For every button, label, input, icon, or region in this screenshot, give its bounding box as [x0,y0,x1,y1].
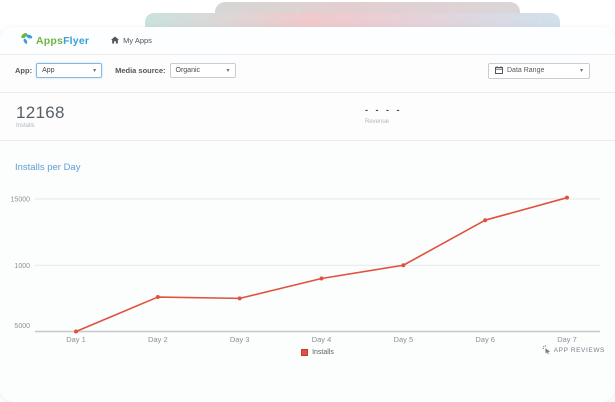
chevron-down-icon: ▾ [579,67,583,74]
data-point[interactable] [401,263,406,268]
legend-swatch-installs [301,348,309,356]
chevron-down-icon: ▾ [93,67,97,74]
installs-value: 12168 [16,103,65,122]
calendar-icon [495,65,503,76]
data-point[interactable] [74,329,78,334]
y-tick-label: 15000 [11,197,31,204]
x-tick-label: Day 1 [66,335,86,344]
nav-item-label: My Apps [123,36,152,45]
data-point[interactable] [155,295,160,300]
app-reviews-label: APP REVIEWS [553,347,605,354]
appsflyer-logo-icon [20,32,34,50]
filter-bar: App: App ▾ Media source: Organic ▾ Data … [0,55,615,93]
cursor-click-icon [542,345,551,356]
appsflyer-dashboard: AppsFlyer My Apps App: App ▾ Media sourc… [0,0,615,402]
revenue-value: - - - - [365,105,402,115]
installs-chart-section: Installs per Day 15000 1000 5000 Day 1 Day 2… [0,141,615,402]
data-point[interactable] [565,195,569,200]
y-tick-label: 1000 [14,263,30,270]
revenue-label: Revenue [365,119,390,125]
dashboard-card: AppsFlyer My Apps App: App ▾ Media sourc… [0,27,615,402]
installs-kpi: 12168 Installs [16,104,65,129]
app-reviews-link[interactable]: APP REVIEWS [542,345,605,356]
data-range-label: Data Range [507,67,545,74]
kpi-stats-row: 12168 Installs - - - - Revenue [0,93,615,141]
installs-label: Installs [16,123,35,129]
media-source-select-value: Organic [175,67,201,74]
x-tick-label: Day 4 [312,335,332,344]
x-tick-label: Day 3 [230,335,250,344]
nav-item-my-apps[interactable]: My Apps [111,35,152,46]
logo-wordmark: AppsFlyer [36,34,90,47]
home-icon [111,35,120,46]
x-tick-label: Day 7 [557,335,577,344]
appsflyer-logo[interactable]: AppsFlyer [20,32,89,50]
x-tick-label: Day 5 [394,335,414,344]
x-tick-label: Day 2 [148,335,168,344]
x-tick-label: Day 6 [475,335,495,344]
installs-line-chart: 15000 1000 5000 Day 1 Day 2 Day 3 Day 4 Day 5 Da… [11,195,600,344]
revenue-kpi: - - - - Revenue [365,105,402,126]
app-select-value: App [42,67,55,74]
line-series-installs[interactable] [75,196,568,333]
legend-label: Installs [312,348,334,356]
app-filter-label: App: [15,66,33,75]
data-point[interactable] [237,296,242,301]
media-source-filter-label: Media source: [115,66,166,75]
media-source-select[interactable]: Organic ▾ [169,63,236,78]
top-nav-bar: AppsFlyer My Apps [0,27,615,55]
y-tick-label: 5000 [14,323,30,330]
chevron-down-icon: ▾ [226,67,230,74]
legend-item-installs[interactable]: Installs [35,347,600,357]
data-point[interactable] [483,218,488,223]
app-select[interactable]: App ▾ [36,63,103,78]
data-point[interactable] [319,276,324,281]
chart-title: Installs per Day [15,162,81,173]
data-range-button[interactable]: Data Range ▾ [488,62,590,79]
